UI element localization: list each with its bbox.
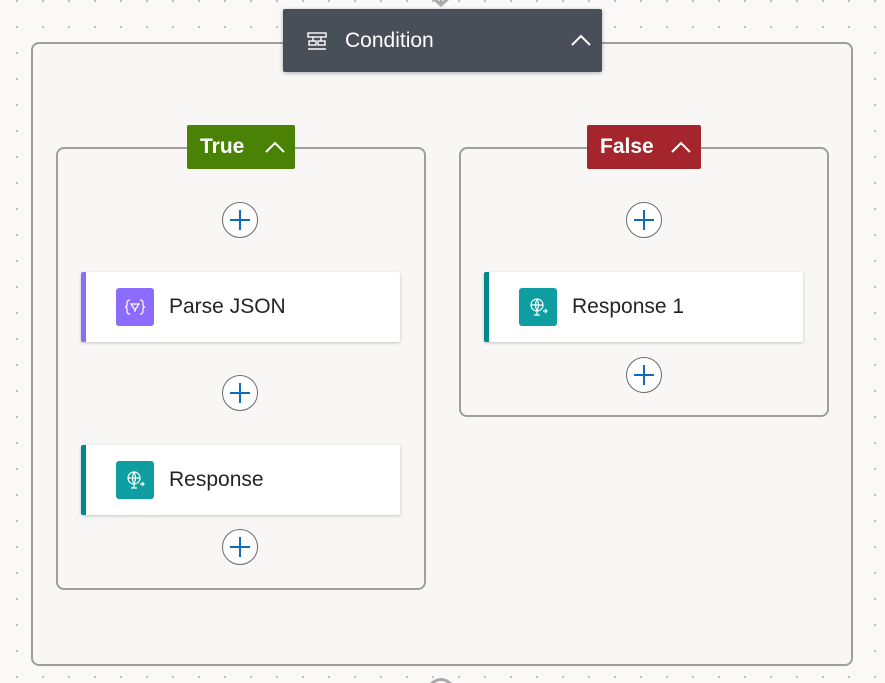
add-action-button[interactable]	[222, 375, 258, 411]
add-action-button[interactable]	[626, 357, 662, 393]
action-card-response[interactable]: Response	[81, 445, 400, 515]
plus-icon	[634, 365, 654, 385]
chevron-up-icon[interactable]	[570, 29, 592, 51]
plus-icon	[634, 210, 654, 230]
plus-icon	[230, 383, 250, 403]
condition-icon	[305, 29, 329, 53]
response-icon	[116, 461, 154, 499]
parse-json-icon	[116, 288, 154, 326]
true-branch-label: True	[200, 135, 245, 158]
condition-header[interactable]: Condition	[283, 9, 602, 72]
action-title: Parse JSON	[169, 295, 286, 318]
add-action-button[interactable]	[222, 529, 258, 565]
action-title: Response 1	[572, 295, 685, 318]
false-branch-label: False	[600, 135, 654, 158]
action-title: Response	[169, 468, 264, 491]
condition-title: Condition	[345, 28, 434, 52]
chevron-up-icon[interactable]	[264, 136, 286, 158]
action-card-response-1[interactable]: Response 1	[484, 272, 803, 342]
true-branch-header[interactable]: True	[187, 125, 295, 169]
chevron-up-icon[interactable]	[670, 136, 692, 158]
add-action-button[interactable]	[222, 202, 258, 238]
response-icon	[519, 288, 557, 326]
add-action-button[interactable]	[626, 202, 662, 238]
false-branch-header[interactable]: False	[587, 125, 701, 169]
plus-icon	[230, 210, 250, 230]
action-card-parse-json[interactable]: Parse JSON	[81, 272, 400, 342]
plus-icon	[230, 537, 250, 557]
